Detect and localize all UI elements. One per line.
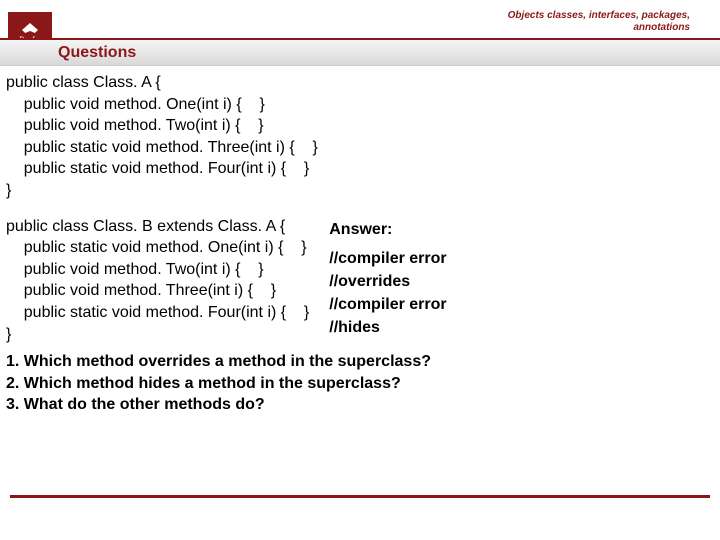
code-line: public void method. Two(int i) { } <box>6 115 710 137</box>
question-1: 1. Which method overrides a method in th… <box>6 351 710 373</box>
code-line: public static void method. Three(int i) … <box>6 137 710 159</box>
answer-line: //hides <box>329 316 446 339</box>
class-a-code: public class Class. A { public void meth… <box>6 72 710 202</box>
topic-line1: Objects classes, interfaces, packages, <box>508 10 690 21</box>
code-line: public static void method. Four(int i) {… <box>6 302 309 324</box>
eagle-icon <box>22 23 38 33</box>
class-b-code: public class Class. B extends Class. A {… <box>6 216 309 346</box>
code-line: } <box>6 180 710 202</box>
code-line: public class Class. B extends Class. A { <box>6 216 309 238</box>
slide-content: public class Class. A { public void meth… <box>6 72 710 416</box>
page-title: Questions <box>58 44 136 62</box>
answer-column: Answer: //compiler error //overrides //c… <box>329 216 446 346</box>
code-line: public static void method. Four(int i) {… <box>6 158 710 180</box>
slide-topic: Objects classes, interfaces, packages, a… <box>508 10 690 34</box>
answer-line: //compiler error <box>329 247 446 270</box>
code-line: public static void method. One(int i) { … <box>6 237 309 259</box>
code-line: public class Class. A { <box>6 72 710 94</box>
questions-list: 1. Which method overrides a method in th… <box>6 351 710 416</box>
footer-divider <box>10 495 710 498</box>
answer-line: //overrides <box>329 270 446 293</box>
code-line: public void method. One(int i) { } <box>6 94 710 116</box>
class-b-with-answers: public class Class. B extends Class. A {… <box>6 216 710 346</box>
code-line: public void method. Two(int i) { } <box>6 259 309 281</box>
question-2: 2. Which method hides a method in the su… <box>6 373 710 395</box>
answer-heading: Answer: <box>329 218 446 241</box>
topic-line2: annotations <box>633 22 690 33</box>
title-bar: Questions <box>0 38 720 66</box>
question-3: 3. What do the other methods do? <box>6 394 710 416</box>
answer-line: //compiler error <box>329 293 446 316</box>
code-line: public void method. Three(int i) { } <box>6 280 309 302</box>
code-line: } <box>6 324 309 346</box>
